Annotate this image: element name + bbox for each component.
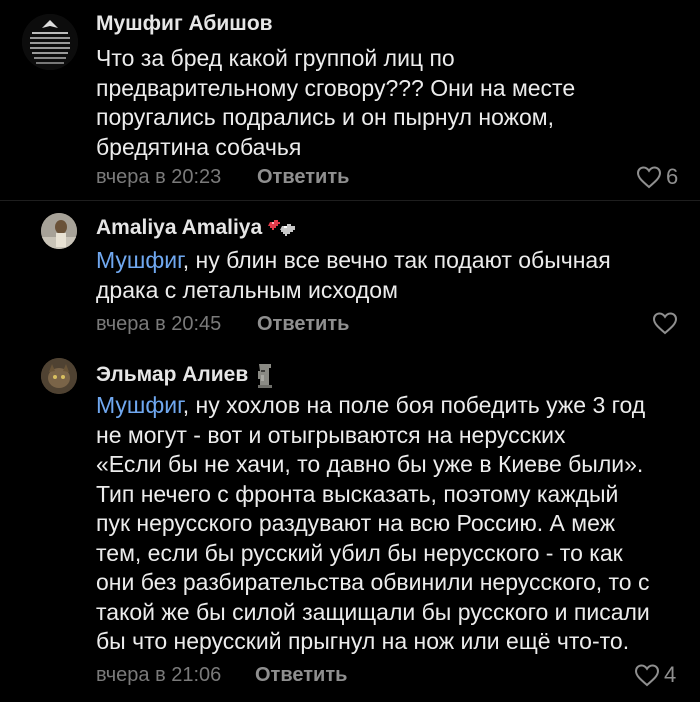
comment-text: Мушфиг, ну блин все вечно так подают обы… bbox=[96, 246, 611, 305]
comment-timestamp: вчера в 20:45 bbox=[96, 313, 222, 335]
like-button[interactable]: 6 bbox=[636, 164, 678, 190]
comment-line: не могут - вот и отыгрываются на нерусск… bbox=[96, 421, 566, 448]
moai-emoji bbox=[258, 364, 273, 388]
comment-line: тем, если бы русский убил бы нерусского … bbox=[96, 539, 623, 566]
comment-line: драка с летальным исходом bbox=[96, 276, 398, 303]
avatar[interactable] bbox=[41, 213, 77, 249]
heart-outline-icon bbox=[634, 664, 660, 687]
comment-author[interactable]: Эльмар Алиев bbox=[96, 361, 276, 389]
avatar-image bbox=[22, 14, 78, 70]
like-count: 6 bbox=[666, 164, 679, 189]
comment-line: бы что нерусский прыгнул на нож или ещё … bbox=[96, 628, 630, 654]
comment-author[interactable]: Amaliya Amaliya bbox=[96, 216, 302, 240]
comment-timestamp: вчера в 20:23 bbox=[96, 166, 222, 188]
comment-line: Тип нечего с фронта высказать, поэтому к… bbox=[96, 480, 619, 507]
heart-outline-icon bbox=[636, 166, 662, 189]
avatar[interactable] bbox=[22, 14, 78, 70]
comment-line: бредятина собачья bbox=[96, 133, 302, 160]
comment-line: «Если бы не хачи, то давно бы уже в Киев… bbox=[96, 451, 644, 477]
comment-line: предварительному сговору??? Они на месте bbox=[96, 74, 576, 101]
comment-line: такой же бы силой защищали бы русского и… bbox=[96, 598, 650, 625]
comment-line: они без разбирательства обвинили нерусск… bbox=[96, 569, 650, 595]
reply-button[interactable]: Ответить bbox=[257, 166, 349, 189]
heart-outline-icon bbox=[652, 312, 678, 335]
pixel-heart-emoji bbox=[268, 220, 296, 236]
comment-text: Что за бред какой группой лиц по предвар… bbox=[96, 44, 575, 162]
like-count: 4 bbox=[664, 662, 677, 687]
like-button[interactable]: 4 bbox=[634, 662, 676, 688]
comment-line: Мушфиг, ну блин все вечно так подают обы… bbox=[96, 247, 611, 273]
comment-text: Мушфиг, ну хохлов на поле боя победить у… bbox=[96, 391, 650, 657]
comment-1: Мушфиг Абишов Что за бред какой группой … bbox=[0, 0, 700, 200]
comment-line: Мушфиг, ну хохлов на поле боя победить у… bbox=[96, 392, 646, 418]
comment-line: Что за бред какой группой лиц по bbox=[96, 45, 455, 71]
avatar[interactable] bbox=[41, 358, 77, 394]
comment-line: поругались подрались и он пырнул ножом, bbox=[96, 104, 555, 130]
reply-button[interactable]: Ответить bbox=[255, 664, 347, 687]
like-button[interactable] bbox=[652, 311, 682, 335]
comment-line: пук нерусского раздувают на всю Россию. … bbox=[96, 510, 616, 536]
comment-timestamp: вчера в 21:06 bbox=[96, 664, 222, 686]
avatar-image bbox=[41, 213, 77, 249]
avatar-image bbox=[41, 358, 77, 394]
reply-button[interactable]: Ответить bbox=[257, 313, 349, 336]
mention-link[interactable]: Мушфиг bbox=[96, 247, 183, 273]
comment-3: Эльмар Алиев Мушфиг, ну хохлов на поле б… bbox=[0, 345, 700, 702]
comment-author[interactable]: Мушфиг Абишов bbox=[96, 12, 273, 36]
mention-link[interactable]: Мушфиг bbox=[96, 392, 183, 418]
comment-2: Amaliya Amaliya Мушфиг, ну блин все вечн… bbox=[0, 200, 700, 345]
